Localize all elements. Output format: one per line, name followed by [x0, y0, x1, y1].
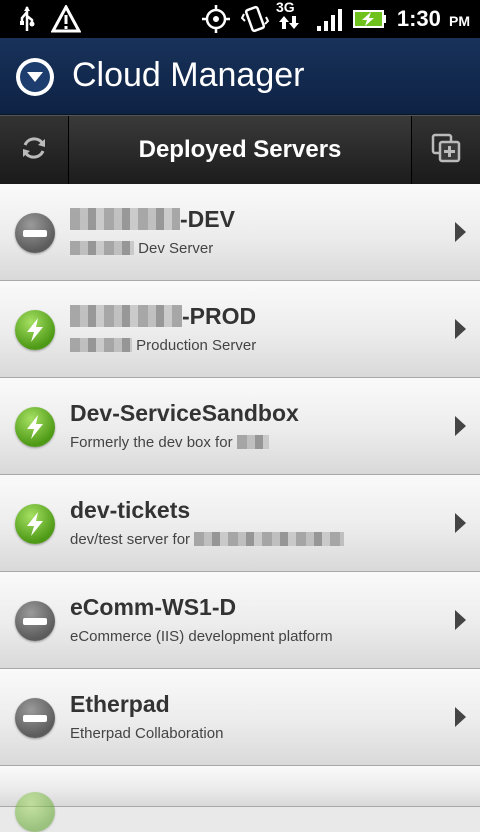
vibrate-icon [240, 4, 270, 34]
chevron-right-icon [455, 610, 466, 630]
stopped-status-icon [15, 213, 55, 253]
server-description: dev/test server for [70, 531, 345, 548]
server-description: Production Server [70, 337, 256, 354]
toolbar: Deployed Servers [0, 115, 480, 186]
app-title-bar: Cloud Manager [0, 38, 480, 115]
gps-icon [200, 4, 232, 34]
redacted-text [70, 208, 180, 230]
server-name: dev-tickets [70, 497, 191, 523]
toolbar-title: Deployed Servers [138, 136, 342, 163]
redacted-text [70, 241, 134, 255]
server-row[interactable]: -PROD Production Server [0, 281, 480, 378]
chevron-right-icon [455, 416, 466, 436]
server-description: Dev Server [70, 240, 213, 257]
usb-icon [14, 4, 40, 34]
signal-icon [314, 4, 346, 34]
stopped-status-icon [15, 601, 55, 641]
battery-charging-icon [352, 4, 388, 34]
server-row[interactable]: -DEV Dev Server [0, 184, 480, 281]
server-description: Formerly the dev box for [70, 434, 269, 451]
server-name: -DEV [70, 206, 235, 233]
running-status-icon [15, 792, 55, 832]
server-row[interactable]: eComm-WS1-D eCommerce (IIS) development … [0, 572, 480, 669]
stopped-status-icon [15, 698, 55, 738]
refresh-button[interactable] [0, 116, 69, 184]
warning-icon [50, 4, 82, 34]
add-server-icon [430, 132, 462, 168]
refresh-icon [19, 133, 49, 167]
running-status-icon [15, 407, 55, 447]
server-list: -DEV Dev Server -PROD Production Server … [0, 184, 480, 832]
running-status-icon [15, 310, 55, 350]
server-name: Dev-ServiceSandbox [70, 400, 299, 426]
app-title: Cloud Manager [72, 56, 305, 94]
server-row[interactable]: Etherpad Etherpad Collaboration [0, 669, 480, 766]
server-description: Etherpad Collaboration [70, 725, 224, 742]
redacted-text [236, 435, 269, 449]
redacted-text [194, 532, 345, 546]
server-row[interactable]: Dev-ServiceSandbox Formerly the dev box … [0, 378, 480, 475]
running-status-icon [15, 504, 55, 544]
status-bar: 3G 1:30 PM [0, 0, 480, 38]
server-name: Etherpad [70, 691, 170, 717]
server-row-partial[interactable] [0, 766, 480, 832]
chevron-right-icon [455, 319, 466, 339]
chevron-right-icon [455, 222, 466, 242]
redacted-text [70, 305, 182, 327]
server-name: eComm-WS1-D [70, 594, 237, 620]
add-server-button[interactable] [411, 116, 480, 184]
chevron-right-icon [455, 707, 466, 727]
chevron-down-circle-icon[interactable] [16, 58, 54, 96]
redacted-text [70, 338, 132, 352]
server-row[interactable]: dev-tickets dev/test server for [0, 475, 480, 572]
chevron-right-icon [455, 513, 466, 533]
server-name: -PROD [70, 303, 256, 330]
server-description: eCommerce (IIS) development platform [70, 628, 333, 645]
network-3g-icon: 3G [276, 0, 302, 30]
clock: 1:30 PM [396, 6, 470, 31]
